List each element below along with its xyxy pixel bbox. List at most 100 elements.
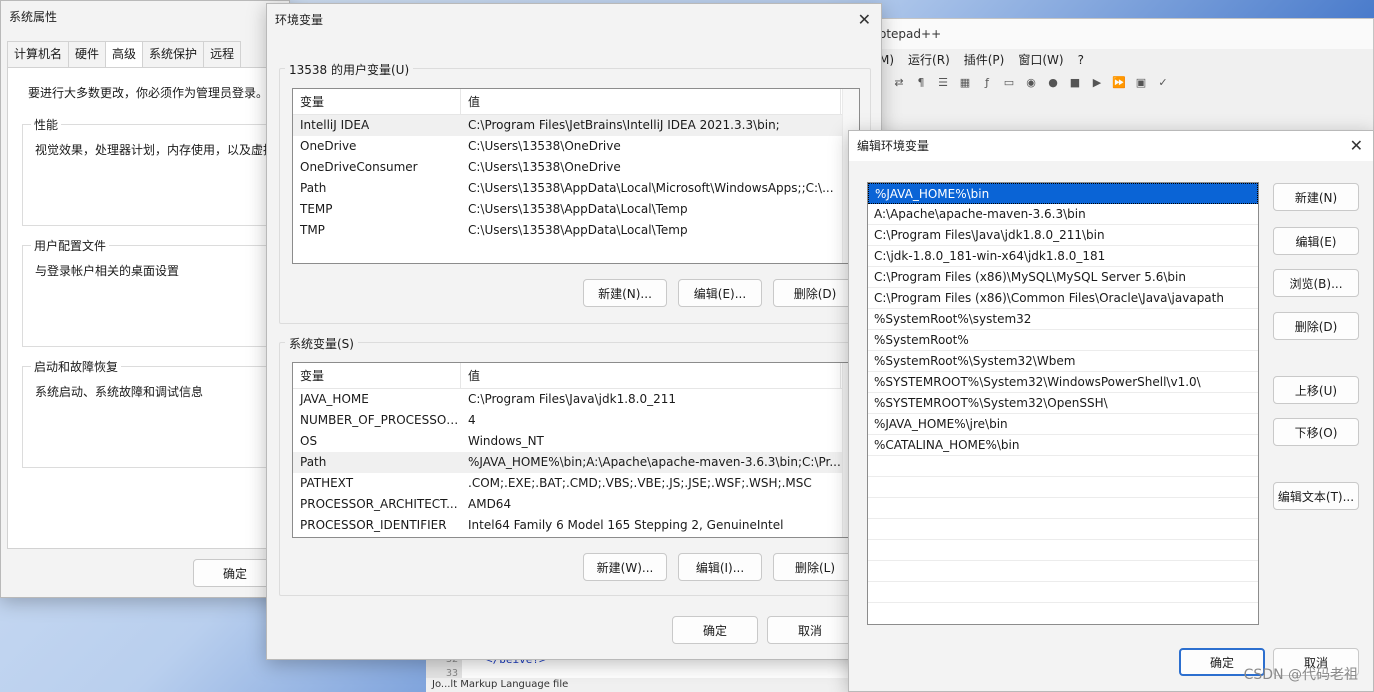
table-row[interactable]: OneDrive C:\Users\13538\OneDrive (293, 136, 859, 157)
table-row[interactable]: TEMP C:\Users\13538\AppData\Local\Temp (293, 199, 859, 220)
table-row[interactable]: IntelliJ IDEA C:\Program Files\JetBrains… (293, 115, 859, 136)
table-row[interactable]: OS Windows_NT (293, 431, 859, 452)
table-row[interactable]: Path %JAVA_HOME%\bin;A:\Apache\apache-ma… (293, 452, 859, 473)
var-name: NUMBER_OF_PROCESSORS (300, 413, 461, 427)
cancel-button[interactable]: 取消 (767, 616, 853, 644)
move-up-button[interactable]: 上移(U) (1273, 376, 1359, 404)
table-row[interactable]: JAVA_HOME C:\Program Files\Java\jdk1.8.0… (293, 389, 859, 410)
list-item[interactable]: %JAVA_HOME%\bin (868, 183, 1258, 204)
menu-run[interactable]: 运行(R) (908, 49, 950, 71)
var-value: %JAVA_HOME%\bin;A:\Apache\apache-maven-3… (468, 455, 841, 469)
edit-text-button[interactable]: 编辑文本(T)... (1273, 482, 1359, 510)
watermark: CSDN @代码老祖 (1243, 667, 1358, 683)
list-item[interactable]: C:\Program Files (x86)\Common Files\Orac… (868, 288, 1258, 309)
col-value[interactable]: 值 (461, 89, 841, 114)
browse-button[interactable]: 浏览(B)... (1273, 269, 1359, 297)
new-button[interactable]: 新建(N) (1273, 183, 1359, 211)
table-header: 变量 值 (293, 89, 859, 115)
ok-button[interactable]: 确定 (672, 616, 758, 644)
stop-icon[interactable]: ■ (1067, 75, 1083, 91)
system-vars-table[interactable]: 变量 值 JAVA_HOME C:\Program Files\Java\jdk… (292, 362, 860, 538)
tab-system-protection[interactable]: 系统保护 (142, 41, 205, 67)
list-item[interactable]: %SYSTEMROOT%\System32\WindowsPowerShell\… (868, 372, 1258, 393)
ok-button[interactable]: 确定 (193, 559, 277, 587)
spellcheck-icon[interactable]: ✓ (1155, 75, 1171, 91)
user-vars-table[interactable]: 变量 值 IntelliJ IDEA C:\Program Files\JetB… (292, 88, 860, 264)
system-edit-button[interactable]: 编辑(I)... (678, 553, 762, 581)
system-delete-button[interactable]: 删除(L) (773, 553, 857, 581)
table-row[interactable]: PATHEXT .COM;.EXE;.BAT;.CMD;.VBS;.VBE;.J… (293, 473, 859, 494)
var-value: C:\Program Files\Java\jdk1.8.0_211 (468, 392, 677, 406)
empty-list-row[interactable] (868, 519, 1258, 540)
notepadpp-menubar: M) 运行(R) 插件(P) 窗口(W) ? (871, 49, 1373, 71)
move-down-button[interactable]: 下移(O) (1273, 418, 1359, 446)
section-desc: 系统启动、系统故障和调试信息 (35, 385, 204, 399)
var-value: C:\Users\13538\OneDrive (468, 139, 621, 153)
table-row[interactable]: PROCESSOR_IDENTIFIER Intel64 Family 6 Mo… (293, 515, 859, 536)
var-name: OneDrive (300, 139, 357, 153)
envvars-title-text: 环境变量 (275, 13, 324, 27)
sysprop-tabs: 计算机名 硬件 高级 系统保护 远程 (7, 41, 242, 68)
envvars-title: 环境变量 ✕ (267, 4, 881, 36)
path-entries-list[interactable]: %JAVA_HOME%\bin A:\Apache\apache-maven-3… (867, 182, 1259, 625)
empty-list-row[interactable] (868, 477, 1258, 498)
menu-plugins[interactable]: 插件(P) (964, 49, 1005, 71)
menu-window[interactable]: 窗口(W) (1018, 49, 1063, 71)
eye-icon[interactable]: ◉ (1023, 75, 1039, 91)
col-variable[interactable]: 变量 (293, 363, 461, 388)
var-name: IntelliJ IDEA (300, 118, 370, 132)
col-variable[interactable]: 变量 (293, 89, 461, 114)
var-value: C:\Users\13538\AppData\Local\Temp (468, 223, 688, 237)
folder-icon[interactable]: ▭ (1001, 75, 1017, 91)
empty-list-row[interactable] (868, 561, 1258, 582)
list-item[interactable]: %SYSTEMROOT%\System32\OpenSSH\ (868, 393, 1258, 414)
var-value: .COM;.EXE;.BAT;.CMD;.VBS;.VBE;.JS;.JSE;.… (468, 476, 812, 490)
list-item[interactable]: A:\Apache\apache-maven-3.6.3\bin (868, 204, 1258, 225)
save-macro-icon[interactable]: ▣ (1133, 75, 1149, 91)
edit-button[interactable]: 编辑(E) (1273, 227, 1359, 255)
tab-advanced[interactable]: 高级 (105, 41, 144, 68)
performance-section: 性能 视觉效果，处理器计划，内存使用，以及虚拟 (22, 116, 292, 226)
system-new-button[interactable]: 新建(W)... (583, 553, 667, 581)
tab-hardware[interactable]: 硬件 (68, 41, 107, 67)
table-row[interactable]: TMP C:\Users\13538\AppData\Local\Temp (293, 220, 859, 241)
wrap-icon[interactable]: ⇄ (891, 75, 907, 91)
table-row[interactable]: OneDriveConsumer C:\Users\13538\OneDrive (293, 157, 859, 178)
doc-map-icon[interactable]: ▦ (957, 75, 973, 91)
table-row[interactable]: PROCESSOR_ARCHITECT... AMD64 (293, 494, 859, 515)
pilcrow-icon[interactable]: ¶ (913, 75, 929, 91)
empty-list-row[interactable] (868, 540, 1258, 561)
empty-list-row[interactable] (868, 456, 1258, 477)
play-icon[interactable]: ▶ (1089, 75, 1105, 91)
tab-computer-name[interactable]: 计算机名 (7, 41, 70, 67)
list-item[interactable]: %JAVA_HOME%\jre\bin (868, 414, 1258, 435)
list-item[interactable]: %SystemRoot%\system32 (868, 309, 1258, 330)
list-item[interactable]: %SystemRoot% (868, 330, 1258, 351)
table-row[interactable]: NUMBER_OF_PROCESSORS 4 (293, 410, 859, 431)
empty-list-row[interactable] (868, 582, 1258, 603)
var-value: C:\Users\13538\AppData\Local\Microsoft\W… (468, 181, 834, 195)
indent-guide-icon[interactable]: ☰ (935, 75, 951, 91)
var-value: Intel64 Family 6 Model 165 Stepping 2, G… (468, 518, 784, 532)
menu-help[interactable]: ? (1078, 49, 1084, 71)
list-item[interactable]: %CATALINA_HOME%\bin (868, 435, 1258, 456)
user-edit-button[interactable]: 编辑(E)... (678, 279, 762, 307)
tab-remote[interactable]: 远程 (203, 41, 242, 67)
list-item[interactable]: C:\Program Files (x86)\MySQL\MySQL Serve… (868, 267, 1258, 288)
list-item[interactable]: C:\Program Files\Java\jdk1.8.0_211\bin (868, 225, 1258, 246)
list-item[interactable]: %SystemRoot%\System32\Wbem (868, 351, 1258, 372)
col-value[interactable]: 值 (461, 363, 841, 388)
table-row[interactable]: Path C:\Users\13538\AppData\Local\Micros… (293, 178, 859, 199)
section-title: 性能 (31, 116, 62, 133)
var-name: Path (300, 455, 327, 469)
close-icon[interactable]: ✕ (1350, 131, 1363, 161)
list-item[interactable]: C:\jdk-1.8.0_181-win-x64\jdk1.8.0_181 (868, 246, 1258, 267)
function-list-icon[interactable]: ƒ (979, 75, 995, 91)
delete-button[interactable]: 删除(D) (1273, 312, 1359, 340)
user-delete-button[interactable]: 删除(D) (773, 279, 857, 307)
record-icon[interactable]: ● (1045, 75, 1061, 91)
fast-forward-icon[interactable]: ⏩ (1111, 75, 1127, 91)
empty-list-row[interactable] (868, 498, 1258, 519)
close-icon[interactable]: ✕ (858, 4, 871, 36)
user-new-button[interactable]: 新建(N)... (583, 279, 667, 307)
